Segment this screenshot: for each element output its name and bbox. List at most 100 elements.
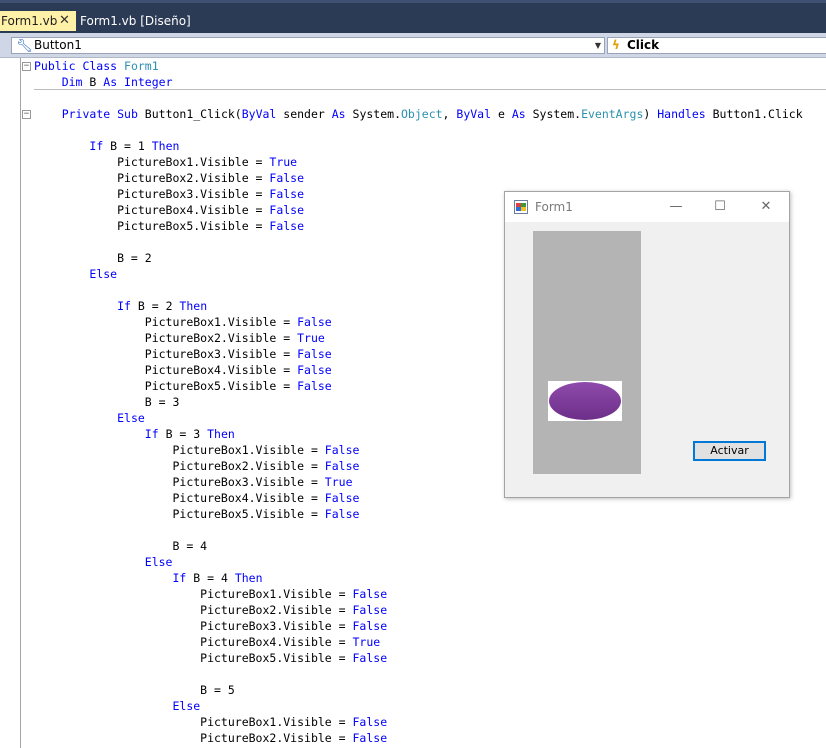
maximize-icon[interactable]: ☐ (709, 196, 731, 218)
code-token: False (352, 619, 388, 633)
code-token: PictureBox3.Visible = (34, 187, 270, 201)
code-line: PictureBox2.Visible = False (34, 602, 387, 618)
code-line: PictureBox3.Visible = False (34, 346, 332, 362)
code-token: If (117, 299, 131, 313)
code-token: If (144, 427, 159, 441)
code-line: PictureBox2.Visible = False (34, 458, 359, 474)
code-token: As Integer (103, 75, 173, 89)
code-line: PictureBox2.Visible = False (34, 730, 387, 746)
code-line: PictureBox4.Visible = False (34, 362, 332, 378)
code-token: PictureBox1.Visible = (34, 715, 353, 729)
form1-window: Form1 — ☐ ✕ Activar (504, 191, 790, 498)
code-token: System. (345, 107, 401, 121)
code-token: B = 3 (34, 395, 180, 409)
code-token: PictureBox4.Visible = (34, 491, 325, 505)
code-token: sender (276, 107, 332, 121)
code-line: B = 3 (34, 394, 180, 410)
code-token: As (331, 107, 346, 121)
object-dropdown[interactable]: 🔧︎ Button1 ▼ (11, 37, 605, 54)
code-line: Private Sub Button1_Click(ByVal sender A… (34, 106, 803, 122)
code-token: PictureBox4.Visible = (34, 203, 270, 217)
code-token: If (89, 139, 104, 153)
code-token: PictureBox5.Visible = (34, 219, 270, 233)
collapse-class-icon[interactable]: − (22, 62, 31, 71)
tab-form1-designer[interactable]: Form1.vb [Diseño] (78, 11, 191, 31)
object-dropdown-value: Button1 (34, 38, 82, 52)
tab-label: Form1.vb (1, 14, 58, 28)
close-icon[interactable]: ✕ (755, 196, 777, 218)
code-token: B = 3 (158, 427, 208, 441)
form1-titlebar: Form1 — ☐ ✕ (505, 192, 789, 222)
code-line: PictureBox5.Visible = False (34, 506, 359, 522)
windows-form-icon (514, 200, 528, 214)
code-token: PictureBox5.Visible = (34, 651, 353, 665)
code-line: PictureBox5.Visible = False (34, 218, 304, 234)
code-line: Dim B As Integer (34, 74, 173, 90)
code-token: If (172, 571, 187, 585)
tab-label: Form1.vb [Diseño] (80, 14, 191, 28)
code-token: ByVal (241, 107, 277, 121)
tab-bar-top-line (0, 0, 826, 3)
code-token: B = 2 (130, 299, 180, 313)
close-tab-icon[interactable]: ✕ (59, 11, 70, 31)
chevron-down-icon[interactable]: ▼ (595, 38, 601, 53)
code-line: PictureBox1.Visible = False (34, 586, 387, 602)
code-token: e (491, 107, 512, 121)
code-token: B = 5 (34, 683, 235, 697)
code-token: PictureBox1.Visible = (34, 443, 325, 457)
code-token: False (352, 731, 388, 745)
code-token: False (297, 363, 332, 377)
code-line: PictureBox4.Visible = False (34, 490, 359, 506)
code-token: Button1.Click (705, 107, 803, 121)
code-line: B = 2 (34, 250, 152, 266)
code-token: True (269, 155, 298, 169)
code-line: Else (34, 410, 145, 426)
code-token: PictureBox2.Visible = (34, 603, 353, 617)
minimize-icon[interactable]: — (665, 196, 687, 218)
code-token: Else (172, 699, 201, 713)
code-token: PictureBox4.Visible = (34, 363, 298, 377)
navigation-bar: 🔧︎ Button1 ▼ ϟ Click (0, 33, 826, 58)
code-line: If B = 4 Then (34, 570, 262, 586)
code-line: Else (34, 554, 173, 570)
code-line: Else (34, 698, 200, 714)
tab-form1-vb[interactable]: Form1.vb ✕ (0, 11, 76, 31)
code-line: If B = 2 Then (34, 298, 207, 314)
collapse-sub-icon[interactable]: − (22, 110, 31, 119)
code-token: False (297, 379, 332, 393)
event-dropdown[interactable]: ϟ Click (607, 37, 826, 54)
code-token: Form1 (124, 59, 159, 73)
code-token: PictureBox1.Visible = (34, 315, 298, 329)
code-token: PictureBox2.Visible = (34, 331, 298, 345)
code-token: PictureBox3.Visible = (34, 347, 298, 361)
code-line: PictureBox5.Visible = False (34, 378, 332, 394)
code-token: EventArgs (581, 107, 644, 121)
picturebox-ellipse (548, 381, 622, 421)
code-token: True (352, 635, 381, 649)
code-token: Else (89, 267, 118, 281)
code-token: False (324, 491, 360, 505)
code-token: B = 2 (34, 251, 152, 265)
code-line: Else (34, 266, 117, 282)
code-line: B = 4 (34, 538, 207, 554)
code-token: False (297, 347, 332, 361)
code-token: B = 4 (34, 539, 208, 553)
code-token: False (269, 187, 305, 201)
code-token: B = 4 (186, 571, 235, 585)
code-token: PictureBox2.Visible = (34, 731, 353, 745)
code-token: PictureBox1.Visible = (34, 155, 270, 169)
code-token: Else (117, 411, 145, 425)
code-line: PictureBox2.Visible = False (34, 170, 304, 186)
code-line: PictureBox1.Visible = False (34, 714, 387, 730)
activar-button[interactable]: Activar (693, 441, 766, 461)
code-line: PictureBox4.Visible = True (34, 634, 380, 650)
document-tab-bar: Form1.vb ✕ Form1.vb [Diseño] (0, 0, 826, 33)
code-line: PictureBox1.Visible = True (34, 154, 297, 170)
code-token: False (352, 603, 388, 617)
code-token: PictureBox2.Visible = (34, 171, 270, 185)
